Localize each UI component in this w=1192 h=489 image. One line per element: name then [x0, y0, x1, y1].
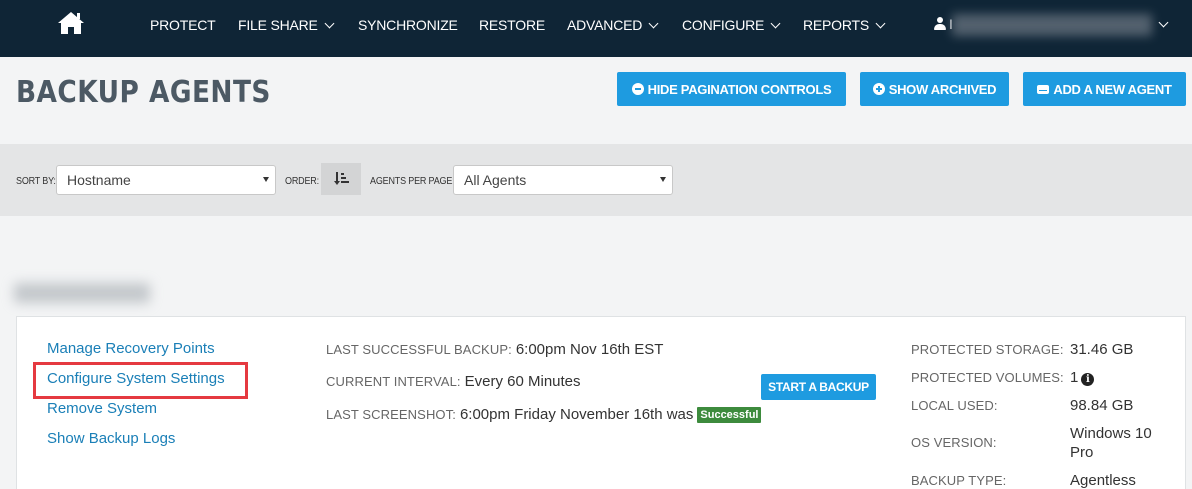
- redacted-group-name: [14, 283, 150, 303]
- current-interval: CURRENT INTERVAL: Every 60 Minutes: [326, 373, 581, 390]
- home-icon[interactable]: [56, 10, 86, 36]
- protected-volumes-value: 1: [1070, 369, 1079, 386]
- caret-down-icon: [263, 177, 269, 182]
- interval-label: CURRENT INTERVAL:: [326, 374, 461, 389]
- screenshot-value: 6:00pm Friday November 16th was: [459, 406, 694, 423]
- hard-drive-icon: [1037, 84, 1050, 94]
- caret-down-icon: [660, 177, 666, 182]
- nav-configure-label: CONFIGURE: [682, 17, 765, 33]
- local-used-value: 98.84 GB: [1070, 397, 1134, 414]
- nav-reports[interactable]: REPORTS: [803, 16, 886, 34]
- per-page-value: All Agents: [464, 172, 527, 188]
- show-archived-button[interactable]: SHOW ARCHIVED: [860, 72, 1009, 106]
- chevron-down-icon: [875, 18, 886, 28]
- nav-synchronize-label: SYNCHRONIZE: [358, 17, 458, 33]
- last-screenshot: LAST SCREENSHOT: 6:00pm Friday November …: [326, 406, 762, 423]
- protected-storage-label: PROTECTED STORAGE:: [911, 342, 1064, 357]
- os-version-label: OS VERSION:: [911, 435, 997, 450]
- hide-pagination-label: HIDE PAGINATION CONTROLS: [647, 81, 832, 97]
- backup-type-label: BACKUP TYPE:: [911, 473, 1007, 488]
- nav-protect[interactable]: PROTECT: [150, 16, 216, 34]
- hide-pagination-button[interactable]: HIDE PAGINATION CONTROLS: [617, 72, 846, 106]
- backup-type-value: Agentless: [1070, 472, 1136, 489]
- sort-by-label: SORT BY:: [16, 176, 56, 187]
- os-version-value: Windows 10 Pro: [1070, 425, 1152, 461]
- nav-file-share[interactable]: FILE SHARE: [238, 16, 335, 34]
- sort-by-value: Hostname: [67, 172, 131, 188]
- manage-recovery-points-link[interactable]: Manage Recovery Points: [47, 340, 215, 357]
- sort-by-select[interactable]: Hostname: [56, 165, 276, 195]
- nav-restore-label: RESTORE: [479, 17, 546, 33]
- protected-volumes: 1i: [1070, 368, 1095, 387]
- per-page-label: AGENTS PER PAGE:: [370, 176, 455, 187]
- nav-reports-label: REPORTS: [803, 17, 870, 33]
- sort-amount-desc-icon: [334, 172, 349, 185]
- nav-restore[interactable]: RESTORE: [479, 16, 545, 34]
- protected-volumes-label: PROTECTED VOLUMES:: [911, 370, 1064, 385]
- show-archived-label: SHOW ARCHIVED: [888, 81, 997, 97]
- chevron-down-icon: [648, 18, 659, 28]
- chevron-down-icon: [770, 18, 781, 28]
- protected-storage-value: 31.46 GB: [1070, 341, 1134, 358]
- per-page-select[interactable]: All Agents: [453, 165, 673, 195]
- last-backup-value: 6:00pm Nov 16th EST: [515, 341, 664, 358]
- remove-system-link[interactable]: Remove System: [47, 400, 157, 417]
- top-navbar: PROTECT FILE SHARE SYNCHRONIZE RESTORE A…: [0, 0, 1192, 57]
- minus-circle-icon: [631, 83, 644, 95]
- user-menu[interactable]: I: [934, 16, 953, 32]
- screenshot-label: LAST SCREENSHOT:: [326, 407, 456, 422]
- nav-advanced[interactable]: ADVANCED: [567, 16, 659, 34]
- nav-synchronize[interactable]: SYNCHRONIZE: [358, 16, 458, 34]
- nav-protect-label: PROTECT: [150, 17, 216, 33]
- info-icon[interactable]: i: [1081, 373, 1095, 386]
- last-backup-label: LAST SUCCESSFUL BACKUP:: [326, 342, 512, 357]
- chevron-down-icon[interactable]: [1158, 17, 1169, 28]
- local-used-label: LOCAL USED:: [911, 398, 998, 413]
- last-successful-backup: LAST SUCCESSFUL BACKUP: 6:00pm Nov 16th …: [326, 341, 663, 358]
- show-backup-logs-link[interactable]: Show Backup Logs: [47, 430, 175, 447]
- nav-file-share-label: FILE SHARE: [238, 17, 318, 33]
- highlight-box: [33, 362, 248, 399]
- page-title: BACKUP AGENTS: [16, 75, 271, 110]
- chevron-down-icon: [324, 18, 335, 28]
- user-icon: [934, 17, 946, 31]
- nav-advanced-label: ADVANCED: [567, 17, 643, 33]
- redacted-username: [952, 14, 1152, 36]
- order-label: ORDER:: [285, 176, 319, 187]
- add-agent-button[interactable]: ADD A NEW AGENT: [1023, 72, 1186, 106]
- start-backup-button[interactable]: START A BACKUP: [761, 374, 876, 400]
- add-agent-label: ADD A NEW AGENT: [1053, 81, 1172, 97]
- status-badge[interactable]: Successful: [697, 406, 762, 423]
- nav-configure[interactable]: CONFIGURE: [682, 16, 781, 34]
- interval-value: Every 60 Minutes: [464, 373, 581, 390]
- plus-circle-icon: [872, 83, 885, 95]
